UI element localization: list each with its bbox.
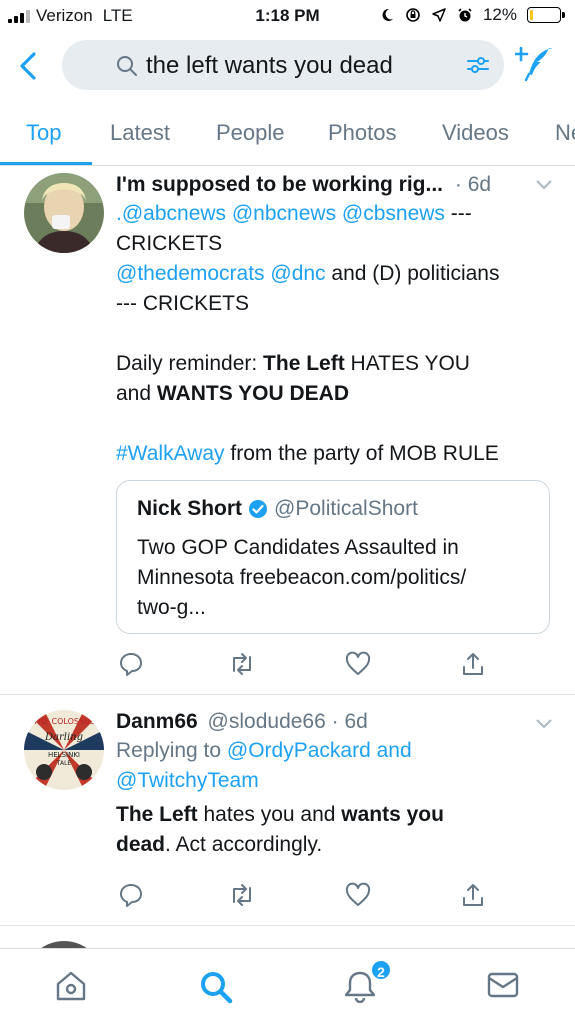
avatar-text: HELSINKI [48, 751, 80, 759]
avatar-text: Darling [44, 732, 83, 743]
retweet-icon[interactable] [228, 651, 256, 677]
mention-links[interactable]: @thedemocrats @dnc [116, 262, 326, 285]
tweet-text-bold: The Left [116, 803, 198, 826]
verified-badge-icon [249, 500, 268, 518]
tweet-header: I'm supposed to be working rig... · 6d [116, 173, 556, 197]
chevron-down-icon[interactable] [535, 179, 553, 191]
avatar-text: THE COLOSSUS [32, 717, 95, 726]
replying-to: Replying to @OrdyPackard and @TwitchyTea… [116, 736, 556, 796]
do-not-disturb-moon-icon [382, 8, 393, 21]
avatar[interactable]: THE COLOSSUS Darling HELSINKI TALE [24, 710, 104, 790]
quoted-author-handle: @PoliticalShort [274, 497, 418, 520]
tweet[interactable]: I'm supposed to be working rig... · 6d .… [0, 167, 575, 695]
chevron-down-icon[interactable] [535, 718, 553, 730]
share-icon[interactable] [460, 882, 486, 908]
replying-to-label: Replying to [116, 739, 227, 762]
tab-photos[interactable]: Photos [328, 120, 397, 146]
retweet-icon[interactable] [228, 882, 256, 908]
active-tab-indicator [0, 162, 92, 165]
mention-links[interactable]: @OrdyPackard and [227, 739, 412, 762]
tweet-text-segment: --- [444, 202, 472, 225]
compose-tweet-icon[interactable] [515, 44, 555, 82]
tweet-text: .@abcnews @nbcnews @cbsnews --- CRICKETS… [116, 199, 556, 469]
avatar[interactable] [24, 173, 104, 253]
orientation-lock-icon [406, 8, 420, 22]
tweet-author-name[interactable]: Danm66 [116, 710, 198, 733]
search-tabs: Top Latest People Photos Videos Ne [0, 100, 575, 166]
battery-icon [527, 7, 565, 23]
tweet[interactable]: THE COLOSSUS Darling HELSINKI TALE Danm6… [0, 696, 575, 926]
like-heart-icon[interactable] [344, 651, 372, 677]
tweet-text-segment: and [116, 382, 157, 405]
tweet-text-segment: CRICKETS [116, 232, 223, 255]
messages-envelope-icon[interactable] [486, 969, 520, 1001]
tweet-text-segment: Daily reminder: [116, 352, 264, 375]
location-arrow-icon [432, 8, 446, 22]
tweet-author-name[interactable]: I'm supposed to be working rig... [116, 173, 443, 196]
next-tweet-peek[interactable] [0, 927, 575, 949]
tab-videos[interactable]: Videos [442, 120, 509, 146]
avatar-text: TALE [56, 760, 72, 767]
mention-links[interactable]: .@abcnews @nbcnews @cbsnews [116, 202, 445, 225]
mention-links[interactable]: @TwitchyTeam [116, 769, 259, 792]
tweet-text-segment: from the party of MOB RULE [224, 442, 499, 465]
search-input[interactable]: the left wants you dead [62, 40, 504, 90]
battery-percent: 12% [482, 5, 517, 24]
tweet-text-segment: . Act accordingly. [165, 833, 323, 856]
tab-latest[interactable]: Latest [110, 120, 170, 146]
notification-count-badge: 2 [370, 959, 392, 981]
avatar-photo [24, 173, 104, 253]
quoted-tweet-header: Nick Short @PoliticalShort [137, 497, 418, 521]
tweet-actions [116, 882, 556, 912]
quoted-author-name: Nick Short [137, 497, 243, 520]
tweet-text-segment: and (D) politicians [325, 262, 500, 285]
battery-fill [530, 10, 534, 20]
share-icon[interactable] [460, 651, 486, 677]
quoted-text-line: Two GOP Candidates Assaulted in [137, 536, 459, 559]
reply-icon[interactable] [118, 882, 144, 908]
avatar-poster: THE COLOSSUS Darling HELSINKI TALE [24, 710, 104, 790]
tweet-header: Danm66 @slodude66 · 6d [116, 710, 556, 734]
filter-sliders-icon[interactable] [466, 54, 490, 76]
tweet-text-bold: wants you [341, 803, 444, 826]
hashtag-link[interactable]: #WalkAway [116, 442, 225, 465]
bottom-tab-bar: 2 [0, 948, 575, 1024]
like-heart-icon[interactable] [344, 882, 372, 908]
tweet-text-bold: The Left [263, 352, 345, 375]
search-icon[interactable] [198, 969, 234, 1005]
tweet-text-bold: dead [116, 833, 166, 856]
search-icon [117, 56, 137, 76]
tweet-text-segment: HATES YOU [344, 352, 470, 375]
tweet-text-bold: WANTS YOU DEAD [156, 382, 350, 405]
home-icon[interactable] [54, 969, 88, 1003]
reply-icon[interactable] [118, 651, 144, 677]
alarm-clock-icon [458, 8, 472, 22]
tweet-author-handle[interactable]: @slodude66 [208, 710, 326, 733]
tweet-text: The Left hates you and wants you dead. A… [116, 800, 556, 860]
tweet-time: · 6d [331, 710, 368, 733]
tweet-actions [116, 651, 556, 681]
tab-people[interactable]: People [216, 120, 285, 146]
quoted-tweet[interactable]: Nick Short @PoliticalShort Two GOP Candi… [116, 480, 550, 634]
tab-news[interactable]: Ne [555, 120, 575, 146]
back-chevron-icon[interactable] [14, 48, 44, 84]
tweet-text-segment: --- CRICKETS [116, 292, 249, 315]
tweet-text-segment: hates you and [197, 803, 342, 826]
tab-top[interactable]: Top [26, 120, 61, 146]
quoted-text-line: Minnesota freebeacon.com/politics/ [137, 566, 467, 589]
search-query[interactable]: the left wants you dead [146, 52, 393, 80]
search-header: the left wants you dead [0, 38, 575, 94]
status-right: 12% [379, 5, 565, 25]
status-bar: Verizon LTE 1:18 PM 12% [0, 0, 575, 34]
quoted-tweet-text: Two GOP Candidates Assaulted in Minnesot… [137, 533, 537, 623]
tweet-time: · 6d [454, 173, 492, 196]
quoted-text-line: two-g... [137, 596, 206, 619]
